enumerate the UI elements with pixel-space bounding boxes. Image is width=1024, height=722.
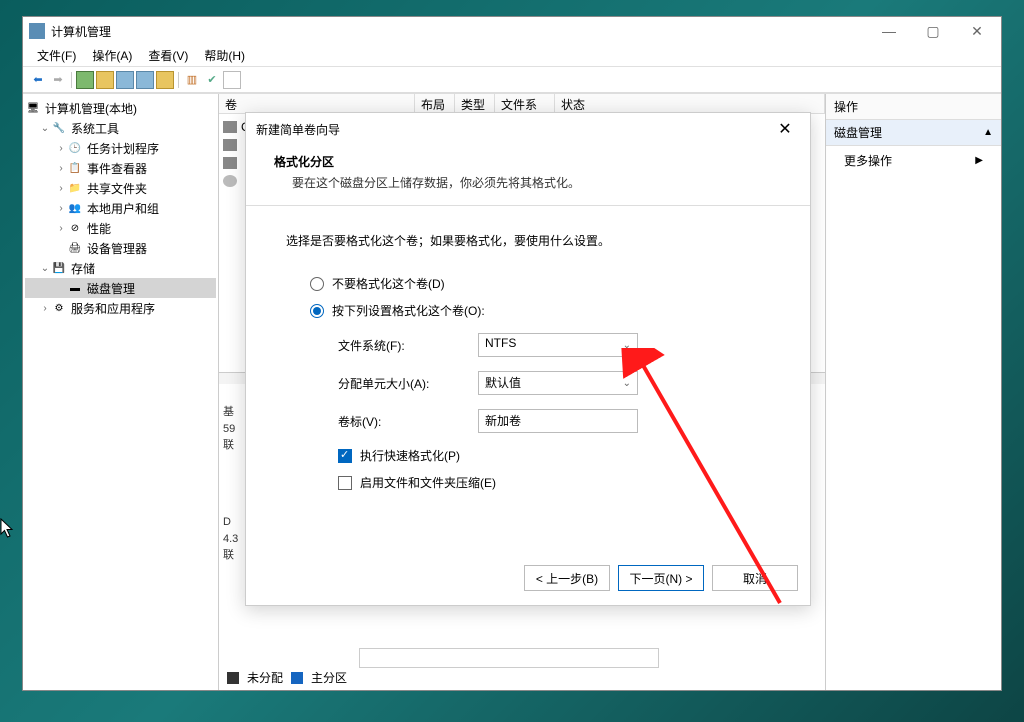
toolbar-icon-1[interactable] — [76, 71, 94, 89]
dialog-body: 选择是否要格式化这个卷；如果要格式化，要使用什么设置。 不要格式化这个卷(D) … — [246, 206, 810, 555]
cancel-button[interactable]: 取消 — [712, 565, 798, 591]
dialog-subheading: 要在这个磁盘分区上储存数据，你必须先将其格式化。 — [292, 174, 790, 191]
col-layout[interactable]: 布局 — [415, 94, 455, 113]
legend-primary-icon — [291, 672, 303, 684]
tree-storage[interactable]: ⌄💾存储 — [25, 258, 216, 278]
chevron-down-icon: ⌄ — [623, 378, 631, 389]
close-button[interactable]: ✕ — [955, 17, 999, 45]
menu-help[interactable]: 帮助(H) — [198, 45, 251, 66]
dialog-heading-area: 格式化分区 要在这个磁盘分区上储存数据，你必须先将其格式化。 — [246, 145, 810, 206]
list-header: 卷 布局 类型 文件系统 状态 — [219, 94, 825, 114]
tree-local-users[interactable]: ›👥本地用户和组 — [25, 198, 216, 218]
forward-icon[interactable]: ➡ — [49, 71, 67, 89]
actions-more[interactable]: 更多操作▶ — [826, 146, 1001, 175]
back-icon[interactable]: ⬅ — [29, 71, 47, 89]
menu-action[interactable]: 操作(A) — [86, 45, 138, 66]
quick-format-checkbox[interactable]: 执行快速格式化(P) — [338, 447, 770, 464]
col-status[interactable]: 状态 — [555, 94, 825, 113]
legend-primary-label: 主分区 — [311, 669, 347, 686]
tree-performance[interactable]: ›⊘性能 — [25, 218, 216, 238]
chevron-right-icon: ▶ — [975, 155, 983, 166]
minimize-button[interactable]: — — [867, 17, 911, 45]
checkbox-icon — [338, 449, 352, 463]
volume-layout-bar — [359, 648, 659, 668]
toolbar-icon-7[interactable]: ✔ — [203, 71, 221, 89]
dialog-footer: < 上一步(B) 下一页(N) > 取消 — [246, 555, 810, 605]
disk-icon — [223, 175, 237, 187]
tree-root[interactable]: 🖥计算机管理(本地) — [25, 98, 216, 118]
dialog-title-bar: 新建简单卷向导 ✕ — [246, 113, 810, 145]
dialog-title: 新建简单卷向导 — [256, 121, 770, 138]
disk-info-1: D 4.3 联 — [219, 514, 245, 564]
tree-disk-management[interactable]: ▬磁盘管理 — [25, 278, 216, 298]
alloc-label: 分配单元大小(A): — [338, 375, 478, 392]
dialog-heading: 格式化分区 — [274, 153, 790, 170]
tree-services-apps[interactable]: ›⚙服务和应用程序 — [25, 298, 216, 318]
radio-format[interactable]: 按下列设置格式化这个卷(O): — [310, 302, 770, 319]
disk-icon — [223, 157, 237, 169]
app-icon — [29, 23, 45, 39]
legend: 未分配 主分区 — [223, 665, 351, 690]
wizard-dialog: 新建简单卷向导 ✕ 格式化分区 要在这个磁盘分区上储存数据，你必须先将其格式化。… — [245, 112, 811, 606]
toolbar-icon-8[interactable] — [223, 71, 241, 89]
fs-label: 文件系统(F): — [338, 337, 478, 354]
dialog-close-button[interactable]: ✕ — [770, 119, 800, 139]
tree-shared-folders[interactable]: ›📁共享文件夹 — [25, 178, 216, 198]
actions-panel: 操作 磁盘管理▲ 更多操作▶ — [825, 94, 1001, 690]
vol-input[interactable]: 新加卷 — [478, 409, 638, 433]
radio-icon — [310, 304, 324, 318]
vol-label: 卷标(V): — [338, 413, 478, 430]
disk-info-0: 基 59 联 — [219, 404, 245, 454]
actions-disk-management[interactable]: 磁盘管理▲ — [826, 120, 1001, 146]
toolbar-icon-3[interactable] — [116, 71, 134, 89]
disk-icon — [223, 139, 237, 151]
chevron-up-icon: ▲ — [983, 127, 993, 138]
radio-no-format[interactable]: 不要格式化这个卷(D) — [310, 275, 770, 292]
next-button[interactable]: 下一页(N) > — [618, 565, 704, 591]
menu-bar: 文件(F) 操作(A) 查看(V) 帮助(H) — [23, 45, 1001, 67]
enable-compression-checkbox[interactable]: 启用文件和文件夹压缩(E) — [338, 474, 770, 491]
tree-system-tools[interactable]: ⌄🔧系统工具 — [25, 118, 216, 138]
disk-icon — [223, 121, 237, 133]
back-button[interactable]: < 上一步(B) — [524, 565, 610, 591]
legend-unallocated-icon — [227, 672, 239, 684]
checkbox-icon — [338, 476, 352, 490]
toolbar-icon-6[interactable]: ▥ — [183, 71, 201, 89]
tree-device-manager[interactable]: 🖨设备管理器 — [25, 238, 216, 258]
toolbar-icon-4[interactable] — [136, 71, 154, 89]
alloc-select[interactable]: 默认值⌄ — [478, 371, 638, 395]
col-type[interactable]: 类型 — [455, 94, 495, 113]
col-fs[interactable]: 文件系统 — [495, 94, 555, 113]
maximize-button[interactable]: ▢ — [911, 17, 955, 45]
title-bar: 计算机管理 — ▢ ✕ — [23, 17, 1001, 45]
dialog-instruction: 选择是否要格式化这个卷；如果要格式化，要使用什么设置。 — [286, 232, 770, 249]
toolbar: ⬅ ➡ ▥ ✔ — [23, 67, 1001, 93]
window-title: 计算机管理 — [51, 23, 867, 40]
tree-event-viewer[interactable]: ›📋事件查看器 — [25, 158, 216, 178]
fs-select[interactable]: NTFS⌄ — [478, 333, 638, 357]
radio-icon — [310, 277, 324, 291]
chevron-down-icon: ⌄ — [623, 340, 631, 351]
legend-unallocated-label: 未分配 — [247, 669, 283, 686]
actions-header: 操作 — [826, 94, 1001, 120]
tree-task-scheduler[interactable]: ›🕒任务计划程序 — [25, 138, 216, 158]
menu-view[interactable]: 查看(V) — [142, 45, 194, 66]
toolbar-icon-5[interactable] — [156, 71, 174, 89]
tree-panel: 🖥计算机管理(本地) ⌄🔧系统工具 ›🕒任务计划程序 ›📋事件查看器 ›📁共享文… — [23, 94, 219, 690]
menu-file[interactable]: 文件(F) — [31, 45, 82, 66]
toolbar-icon-2[interactable] — [96, 71, 114, 89]
col-volume[interactable]: 卷 — [219, 94, 415, 113]
cursor-icon — [0, 518, 16, 540]
